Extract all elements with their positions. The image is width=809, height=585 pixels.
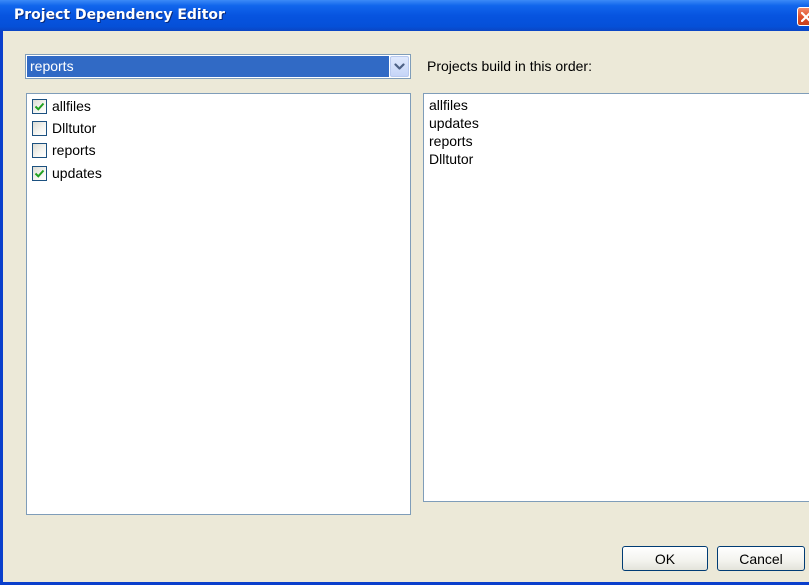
project-dropdown-value[interactable]: reports [27,56,389,77]
close-icon [801,11,809,22]
dependency-item-allfiles[interactable]: allfiles [32,96,91,116]
checkbox-updates[interactable] [32,165,47,181]
build-order-label: Projects build in this order: [427,58,592,74]
checkmark-icon [34,169,45,178]
title-bar[interactable]: Project Dependency Editor [0,0,809,31]
checkbox-dlltutor[interactable] [32,120,47,136]
checkbox-allfiles[interactable] [32,98,47,114]
build-order-list[interactable]: allfiles updates reports Dlltutor [423,93,809,502]
dependency-label: allfiles [52,98,91,114]
dependency-item-dlltutor[interactable]: Dlltutor [32,118,96,138]
dependency-item-updates[interactable]: updates [32,163,102,183]
project-dependency-editor-window: Project Dependency Editor reports Projec… [0,0,809,585]
checkmark-icon [34,102,45,111]
project-dropdown[interactable]: reports [25,54,411,79]
checkbox-reports[interactable] [32,142,47,158]
build-order-item[interactable]: Dlltutor [429,151,473,167]
dependency-item-reports[interactable]: reports [32,140,96,160]
window-title: Project Dependency Editor [14,7,225,23]
dependency-label: updates [52,165,102,181]
dependency-checklist[interactable]: allfiles Dlltutor reports updates [26,93,411,515]
build-order-item[interactable]: allfiles [429,97,468,113]
ok-button[interactable]: OK [622,546,708,571]
close-button[interactable] [797,7,809,26]
dependency-label: reports [52,142,96,158]
dependency-label: Dlltutor [52,120,97,136]
chevron-down-icon [394,62,405,70]
build-order-item[interactable]: reports [429,133,473,149]
cancel-button[interactable]: Cancel [717,546,805,571]
dropdown-arrow-button[interactable] [390,56,409,77]
build-order-item[interactable]: updates [429,115,479,131]
